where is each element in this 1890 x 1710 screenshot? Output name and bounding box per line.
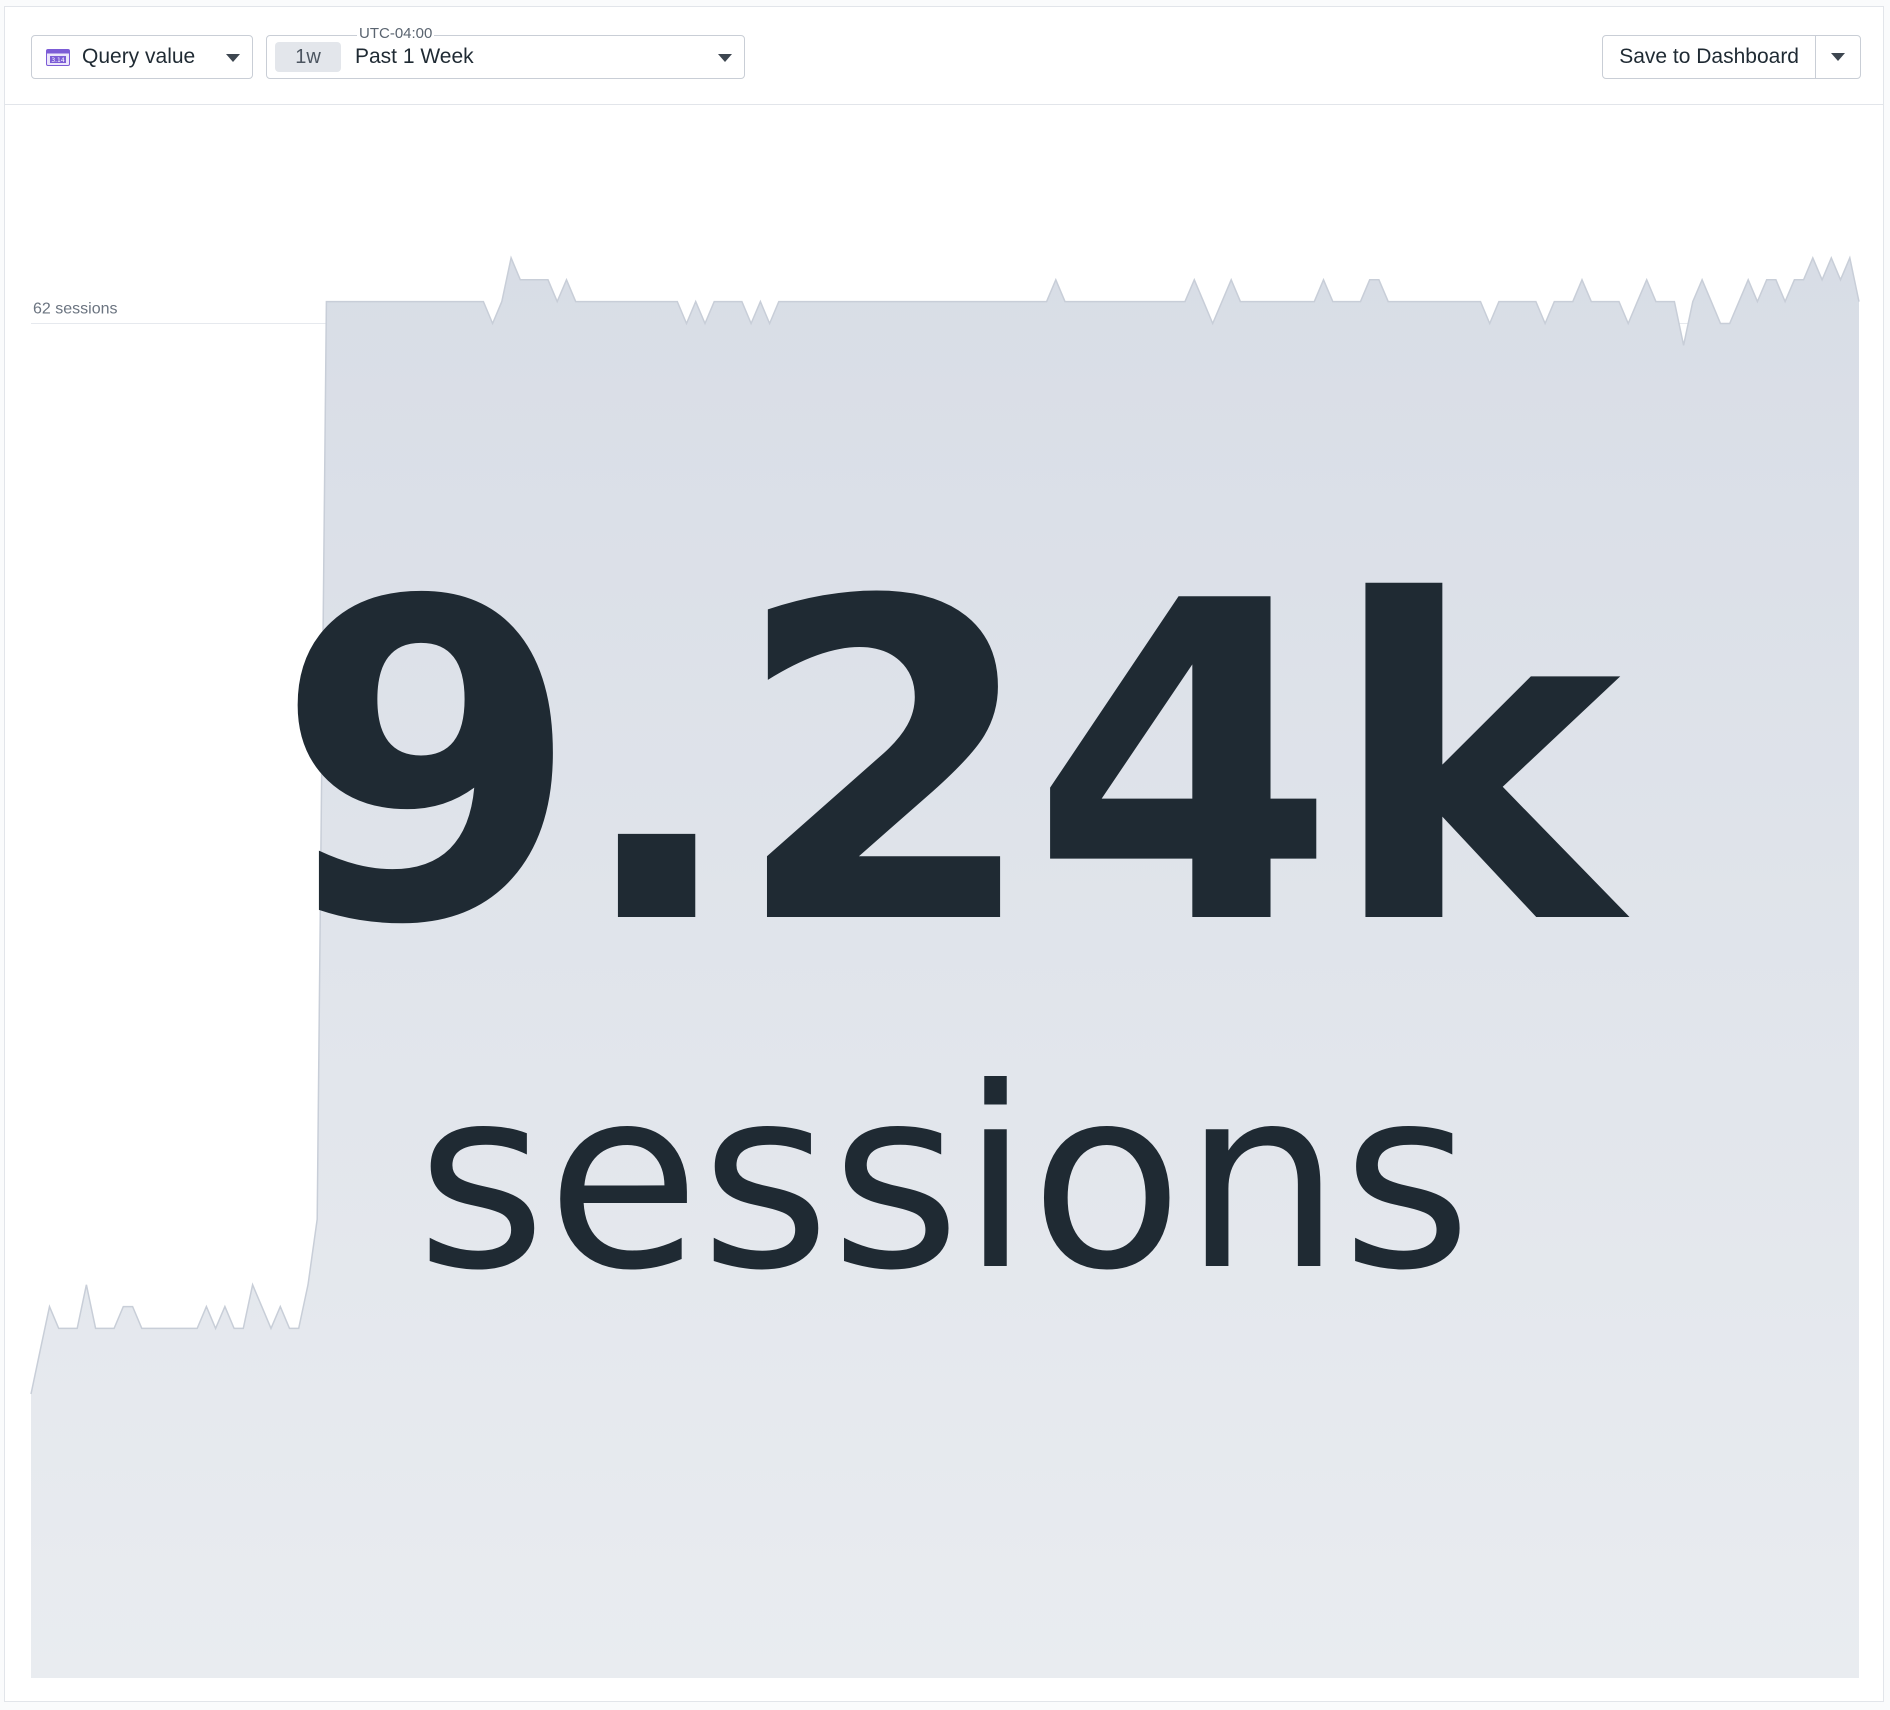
chevron-down-icon [1831, 53, 1845, 61]
save-options-menu-button[interactable] [1816, 36, 1860, 78]
svg-text:3.14: 3.14 [51, 57, 65, 64]
visualization-type-select[interactable]: 3.14 Query value [31, 35, 253, 79]
time-range-label: Past 1 Week [355, 45, 474, 68]
query-value-icon: 3.14 [46, 48, 70, 66]
chevron-down-icon [718, 54, 732, 62]
query-value-number: 9.24k [274, 509, 1621, 1021]
time-range-chip: 1w [275, 42, 341, 72]
query-value-widget-frame: 3.14 Query value UTC-04:00 1w Past 1 Wee… [4, 6, 1884, 1702]
timezone-label: UTC-04:00 [357, 25, 435, 43]
chevron-down-icon [226, 54, 240, 62]
widget-toolbar: 3.14 Query value UTC-04:00 1w Past 1 Wee… [5, 7, 1883, 105]
y-tick-label: 62 sessions [33, 300, 118, 317]
visualization-type-label: Query value [82, 45, 196, 68]
query-value-unit: sessions [416, 1034, 1472, 1325]
save-to-dashboard-group: Save to Dashboard [1602, 35, 1861, 79]
save-to-dashboard-button[interactable]: Save to Dashboard [1603, 36, 1816, 78]
query-value-display: 62 sessions13 sessions 9.24k sessions [5, 105, 1883, 1703]
time-range-select[interactable]: UTC-04:00 1w Past 1 Week [266, 25, 745, 79]
